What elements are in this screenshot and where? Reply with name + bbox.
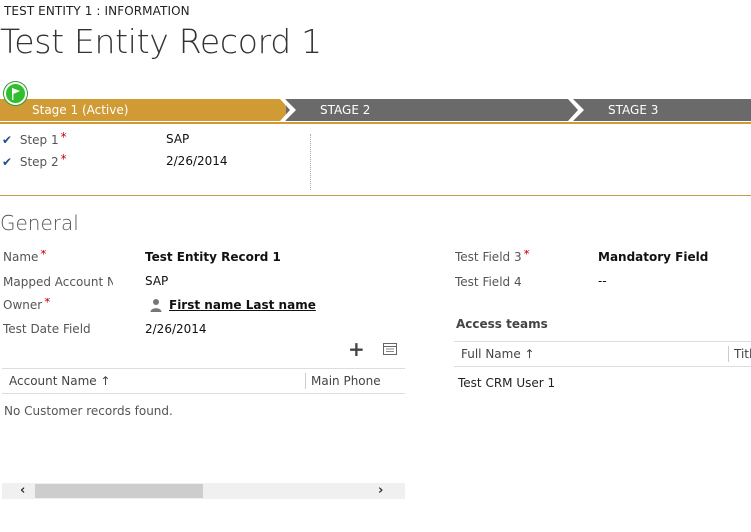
horizontal-scrollbar[interactable]: ‹ › xyxy=(2,483,405,499)
empty-records-message: No Customer records found. xyxy=(4,404,173,418)
scroll-thumb[interactable] xyxy=(35,484,203,498)
step-divider xyxy=(310,134,311,190)
column-separator xyxy=(305,373,306,389)
entity-type-label: TEST ENTITY 1 : INFORMATION xyxy=(4,4,190,18)
field-value-name[interactable]: Test Entity Record 1 xyxy=(145,250,281,264)
field-label-test-field-4: Test Field 4 xyxy=(455,275,522,289)
field-label-owner: Owner * xyxy=(3,298,51,312)
field-value-owner[interactable]: First name Last name xyxy=(169,298,316,312)
field-value-test-field-4[interactable]: -- xyxy=(598,274,607,288)
required-mark: * xyxy=(60,130,67,144)
stage-1[interactable]: Stage 1 (Active) xyxy=(0,99,286,121)
step-1: ✔ Step 1 * xyxy=(0,130,67,149)
stage-2-label: STAGE 2 xyxy=(320,103,371,117)
column-full-name[interactable]: Full Name ↑ xyxy=(461,347,535,361)
person-icon xyxy=(150,299,162,312)
access-teams-title: Access teams xyxy=(456,317,548,331)
grid-view-icon[interactable] xyxy=(383,343,397,355)
stage-1-label: Stage 1 (Active) xyxy=(32,103,129,117)
check-icon: ✔ xyxy=(2,155,13,169)
stage-3[interactable]: STAGE 3 xyxy=(576,99,751,121)
access-team-member[interactable]: Test CRM User 1 xyxy=(458,376,555,390)
field-label-mapped-account: Mapped Account Nu xyxy=(3,275,113,289)
step-1-label: Step 1 xyxy=(19,133,59,147)
subgrid-header: Account Name ↑ Main Phone xyxy=(2,368,405,394)
stage-chevron-icon xyxy=(568,99,584,121)
process-bottom-line xyxy=(0,195,751,196)
field-label-test-field-3: Test Field 3 * xyxy=(455,250,530,264)
step-2-value[interactable]: 2/26/2014 xyxy=(166,154,228,168)
field-value-test-date[interactable]: 2/26/2014 xyxy=(145,322,207,336)
add-record-button[interactable]: + xyxy=(348,339,365,359)
column-separator xyxy=(728,346,729,362)
step-1-value[interactable]: SAP xyxy=(166,132,189,146)
access-teams-header: Full Name ↑ Titl xyxy=(454,341,751,367)
stage-underline xyxy=(0,122,751,124)
field-label-name: Name * xyxy=(3,250,47,264)
column-main-phone[interactable]: Main Phone xyxy=(311,374,381,388)
field-value-mapped-account[interactable]: SAP xyxy=(145,274,168,288)
field-value-test-field-3[interactable]: Mandatory Field xyxy=(598,250,708,264)
record-title: Test Entity Record 1 xyxy=(0,22,322,61)
step-2: ✔ Step 2 * xyxy=(0,152,67,171)
required-mark: * xyxy=(60,152,67,166)
step-2-label: Step 2 xyxy=(19,155,59,169)
scroll-left-icon[interactable]: ‹ xyxy=(20,483,25,499)
process-bar: Stage 1 (Active) STAGE 2 STAGE 3 xyxy=(0,99,751,121)
field-label-test-date: Test Date Field xyxy=(3,322,91,336)
column-title[interactable]: Titl xyxy=(734,347,751,361)
flag-icon[interactable] xyxy=(4,82,27,105)
section-title-general: General xyxy=(0,211,79,235)
scroll-right-icon[interactable]: › xyxy=(378,483,383,499)
check-icon: ✔ xyxy=(2,133,13,147)
stage-3-label: STAGE 3 xyxy=(608,103,659,117)
stage-2[interactable]: STAGE 2 xyxy=(286,99,576,121)
column-account-name[interactable]: Account Name ↑ xyxy=(9,374,111,388)
stage-chevron-icon xyxy=(280,99,296,121)
